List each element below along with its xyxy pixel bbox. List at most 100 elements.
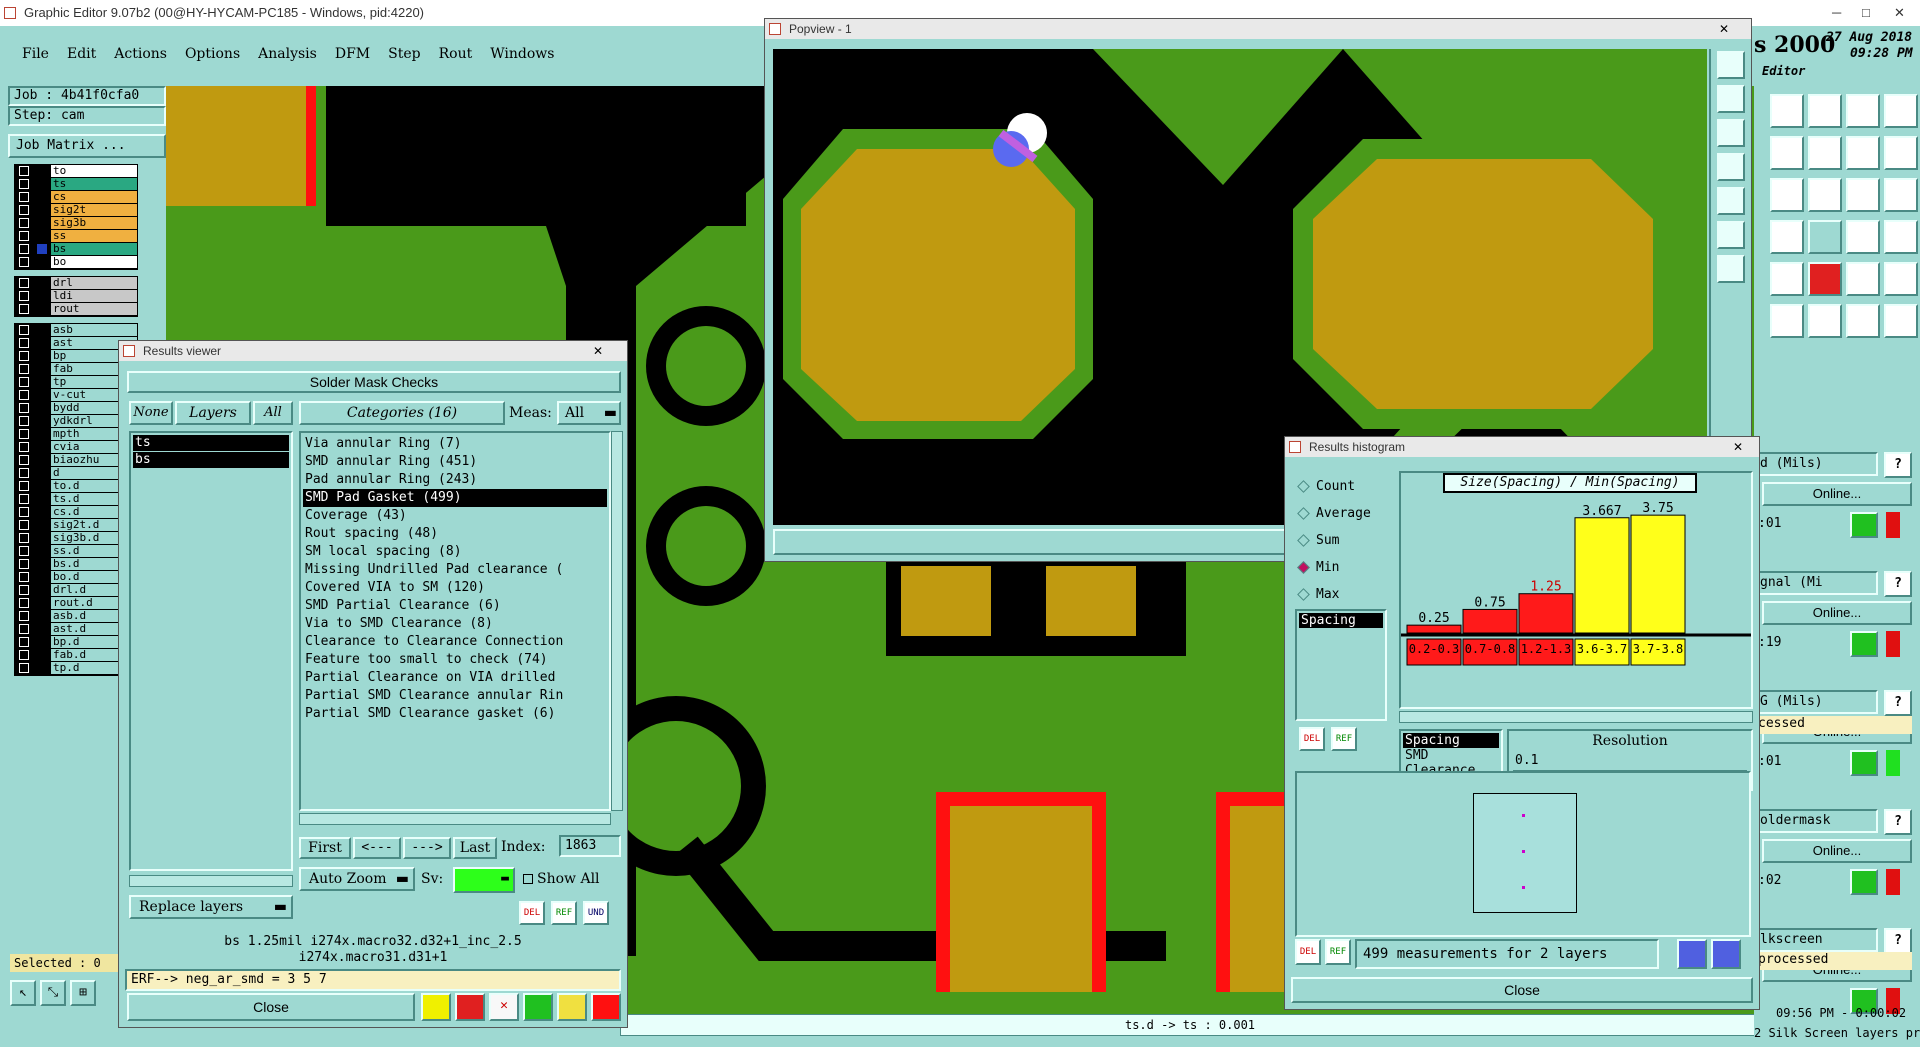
layer-row-bs[interactable]: bs xyxy=(15,243,137,256)
online-button[interactable]: Online... xyxy=(1762,839,1912,863)
fill-icon[interactable] xyxy=(1884,220,1918,254)
maximize-icon[interactable]: □ xyxy=(1862,0,1886,26)
show-all-checkbox[interactable]: Show All xyxy=(523,871,600,887)
histogram-bar[interactable] xyxy=(1462,608,1518,634)
category-item[interactable]: Pad annular Ring (243) xyxy=(303,471,607,489)
refresh-icon[interactable]: REF xyxy=(1331,727,1357,751)
checkbox-icon[interactable] xyxy=(19,257,29,267)
categories-list[interactable]: Via annular Ring (7) SMD annular Ring (45… xyxy=(299,431,611,811)
histogram-close-button[interactable]: Close xyxy=(1291,977,1753,1003)
menu-analysis[interactable]: Analysis xyxy=(246,42,329,72)
layer-row-drl[interactable]: drl xyxy=(15,277,137,290)
menu-edit[interactable]: Edit xyxy=(61,42,102,72)
checkbox-icon[interactable] xyxy=(19,650,29,660)
help-icon[interactable]: ? xyxy=(1884,928,1912,954)
category-item[interactable]: Clearance to Clearance Connection xyxy=(303,633,607,651)
histogram-icon[interactable] xyxy=(591,993,621,1021)
copy-icon[interactable] xyxy=(1770,136,1804,170)
layer-icon[interactable] xyxy=(1808,220,1842,254)
category-item[interactable]: Coverage (43) xyxy=(303,507,607,525)
option-min[interactable]: Min xyxy=(1295,554,1387,581)
zoom-icon[interactable] xyxy=(1850,750,1878,776)
list-item-spacing[interactable]: Spacing xyxy=(1299,613,1383,628)
layers-button[interactable]: Layers xyxy=(175,401,251,425)
home-icon[interactable] xyxy=(1717,187,1745,215)
online-button[interactable]: Online... xyxy=(1762,601,1912,625)
option-count[interactable]: Count xyxy=(1295,473,1387,500)
layer-row-ts[interactable]: ts xyxy=(15,178,137,191)
histogram-close-icon[interactable]: ✕ xyxy=(1729,439,1747,455)
checkbox-icon[interactable] xyxy=(19,351,29,361)
option-max[interactable]: Max xyxy=(1295,581,1387,608)
mirror-icon[interactable] xyxy=(1808,136,1842,170)
zoom-icon[interactable] xyxy=(1850,512,1878,538)
checkbox-icon[interactable] xyxy=(19,390,29,400)
category-item[interactable]: Partial SMD Clearance annular Rin xyxy=(303,687,607,705)
online-button[interactable]: Online... xyxy=(1762,482,1912,506)
category-item[interactable]: SMD Pad Gasket (499) xyxy=(303,489,607,507)
refresh-icon[interactable]: REF xyxy=(551,901,577,925)
menu-dfm[interactable]: DFM xyxy=(329,42,376,72)
histogram-var-list[interactable]: Spacing xyxy=(1295,609,1387,721)
grid-icon[interactable] xyxy=(1884,178,1918,212)
checkbox-icon[interactable] xyxy=(19,166,29,176)
histogram-bar[interactable] xyxy=(1406,624,1462,634)
zoom-icon[interactable] xyxy=(1808,94,1842,128)
index-input[interactable]: 1863 xyxy=(559,835,621,857)
refresh-icon[interactable]: REF xyxy=(1325,939,1351,965)
fit-icon[interactable] xyxy=(1846,136,1880,170)
category-item[interactable]: Partial SMD Clearance gasket (6) xyxy=(303,705,607,723)
menu-step[interactable]: Step xyxy=(376,42,432,72)
layer-row-sig3b[interactable]: sig3b xyxy=(15,217,137,230)
checkbox-icon[interactable] xyxy=(19,231,29,241)
zoom-out-icon[interactable] xyxy=(1717,85,1745,113)
help-icon[interactable]: ? xyxy=(1884,571,1912,597)
route-icon[interactable] xyxy=(1808,304,1842,338)
checkbox-icon[interactable] xyxy=(19,611,29,621)
categories-vscroll[interactable] xyxy=(611,431,623,811)
menu-rout[interactable]: Rout xyxy=(433,42,479,72)
help-icon[interactable]: ? xyxy=(1884,452,1912,478)
checkbox-icon[interactable] xyxy=(19,416,29,426)
home-icon[interactable] xyxy=(1846,94,1880,128)
checkbox-icon[interactable] xyxy=(19,403,29,413)
pan-icon[interactable] xyxy=(1717,119,1745,147)
menu-windows[interactable]: Windows xyxy=(478,42,566,72)
checkbox-icon[interactable] xyxy=(19,572,29,582)
histogram-bar[interactable] xyxy=(1630,514,1686,634)
undo-icon[interactable]: UND xyxy=(583,901,609,925)
select-tool-icon[interactable]: ↖ xyxy=(10,980,36,1006)
checkbox-icon[interactable] xyxy=(19,520,29,530)
checkbox-icon[interactable] xyxy=(19,468,29,478)
delete-icon[interactable]: DEL xyxy=(1299,727,1325,751)
chart-icon[interactable] xyxy=(1677,939,1707,969)
first-button[interactable]: First xyxy=(299,837,351,859)
menu-file[interactable]: File xyxy=(10,42,61,72)
results-viewer-close-button[interactable]: Close xyxy=(127,993,415,1021)
last-button[interactable]: Last xyxy=(453,837,497,859)
pad-icon[interactable] xyxy=(1808,262,1842,296)
checkbox-icon[interactable] xyxy=(19,244,29,254)
help-icon[interactable]: ? xyxy=(1884,809,1912,835)
checkbox-icon[interactable] xyxy=(19,377,29,387)
meas-dropdown[interactable]: All ▬ xyxy=(557,401,621,425)
layer-row-rout[interactable]: rout xyxy=(15,303,137,316)
checkbox-icon[interactable] xyxy=(19,325,29,335)
checkbox-icon[interactable] xyxy=(19,338,29,348)
zoom-icon[interactable] xyxy=(1850,869,1878,895)
histogram-bar[interactable] xyxy=(1518,593,1574,634)
category-item[interactable]: SMD Partial Clearance (6) xyxy=(303,597,607,615)
layer-row-bo[interactable]: bo xyxy=(15,256,137,269)
fit-icon[interactable] xyxy=(1717,153,1745,181)
grid-icon[interactable] xyxy=(1717,255,1745,283)
checkbox-icon[interactable] xyxy=(19,364,29,374)
sv-color-dropdown[interactable]: ▬ xyxy=(453,867,515,893)
menu-actions[interactable]: Actions xyxy=(102,42,179,72)
option-sum[interactable]: Sum xyxy=(1295,527,1387,554)
checkbox-icon[interactable] xyxy=(19,559,29,569)
category-item[interactable]: SM local spacing (8) xyxy=(303,543,607,561)
checkbox-icon[interactable] xyxy=(19,205,29,215)
layer-row-asb[interactable]: asb xyxy=(15,324,137,337)
all-layers-button[interactable]: All xyxy=(253,401,293,425)
cross-icon[interactable] xyxy=(1884,262,1918,296)
